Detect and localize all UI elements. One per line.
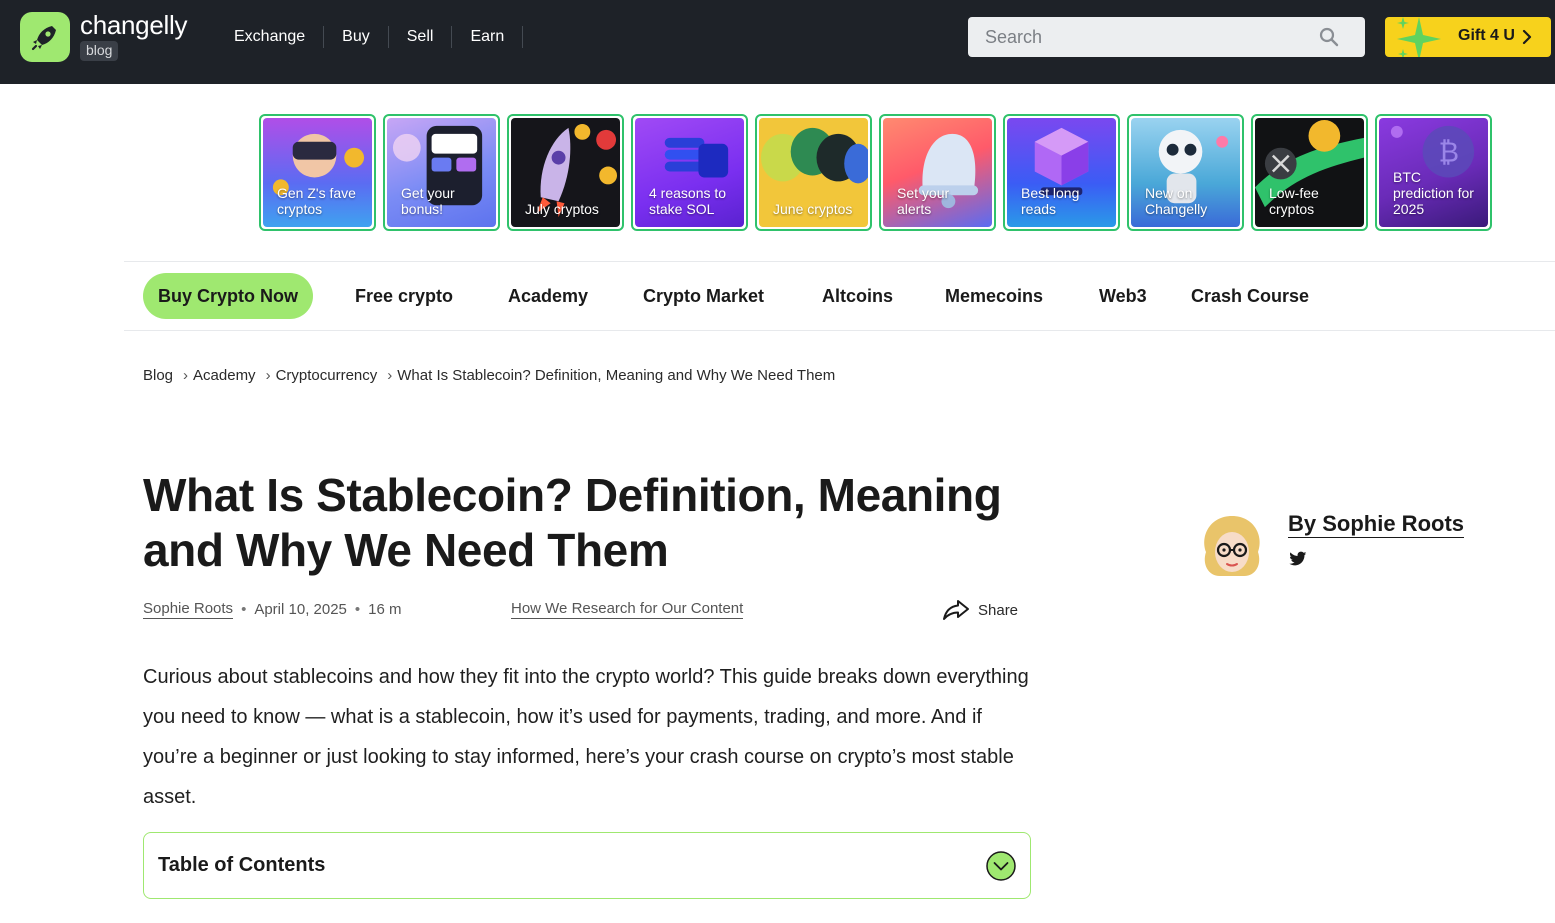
story-card[interactable]: New on Changelly	[1127, 114, 1244, 231]
story-card[interactable]: Best long reads	[1003, 114, 1120, 231]
top-bar: changelly blog Exchange Buy Sell Earn Gi…	[0, 0, 1555, 84]
nav-earn[interactable]: Earn	[452, 26, 524, 48]
article-meta: Sophie Roots • April 10, 2025 • 16 m	[143, 600, 402, 619]
author-link[interactable]: Sophie Roots	[143, 600, 234, 619]
breadcrumb-current: What Is Stablecoin? Definition, Meaning …	[397, 367, 836, 384]
author-card-name[interactable]: By Sophie Roots	[1288, 511, 1465, 538]
story-caption: Get your bonus!	[401, 185, 455, 217]
story-caption: June cryptos	[773, 201, 853, 217]
breadcrumb: Blog › Academy › Cryptocurrency › What I…	[143, 367, 835, 384]
nav-buy[interactable]: Buy	[324, 26, 389, 48]
category-web3[interactable]: Web3	[1099, 273, 1147, 319]
category-memecoins[interactable]: Memecoins	[945, 273, 1043, 319]
breadcrumb-academy[interactable]: Academy	[193, 367, 256, 384]
story-thumbnail: Best long reads	[1007, 118, 1116, 227]
story-caption: Best long reads	[1021, 185, 1080, 217]
read-time: 16 m	[368, 601, 402, 618]
breadcrumb-separator: ›	[387, 367, 393, 384]
story-card[interactable]: Gen Z's fave cryptos	[259, 114, 376, 231]
story-caption: New on Changelly	[1145, 185, 1208, 217]
story-card[interactable]: Set your alerts	[879, 114, 996, 231]
breadcrumb-separator: ›	[183, 367, 189, 384]
table-of-contents[interactable]: Table of Contents	[143, 832, 1031, 899]
share-arrow-icon	[943, 600, 969, 620]
meta-separator: •	[354, 601, 361, 618]
search-input[interactable]	[968, 17, 1308, 57]
toc-title: Table of Contents	[158, 854, 326, 876]
story-thumbnail: ₿ BTC prediction for 2025	[1379, 118, 1488, 227]
author-avatar[interactable]	[1198, 512, 1266, 580]
story-caption: Low-fee cryptos	[1269, 185, 1319, 217]
story-caption: Set your alerts	[897, 185, 950, 217]
twitter-icon[interactable]	[1289, 551, 1307, 567]
sparkle-icon	[1397, 17, 1441, 57]
gift-button[interactable]: Gift 4 U	[1385, 17, 1551, 57]
story-caption: BTC prediction for 2025	[1393, 169, 1474, 217]
story-thumbnail: New on Changelly	[1131, 118, 1240, 227]
buy-crypto-now-button[interactable]: Buy Crypto Now	[143, 273, 314, 319]
search-icon[interactable]	[1319, 27, 1339, 47]
nav-exchange[interactable]: Exchange	[216, 26, 325, 48]
search-box	[968, 17, 1365, 57]
meta-separator: •	[241, 601, 247, 618]
brand-name[interactable]: changelly	[80, 10, 187, 41]
top-nav: Exchange Buy Sell Earn	[216, 26, 524, 48]
chevron-down-icon[interactable]	[986, 851, 1016, 881]
story-thumbnail: July cryptos	[511, 118, 620, 227]
story-thumbnail: 4 reasons to stake SOL	[635, 118, 744, 227]
story-card[interactable]: Get your bonus!	[383, 114, 500, 231]
gift-label: Gift 4 U	[1458, 27, 1515, 44]
category-bar: Buy Crypto Now Free crypto Academy Crypt…	[124, 261, 1555, 331]
breadcrumb-blog[interactable]: Blog	[143, 367, 173, 384]
story-thumbnail: Get your bonus!	[387, 118, 496, 227]
category-altcoins[interactable]: Altcoins	[822, 273, 893, 319]
article-title: What Is Stablecoin? Definition, Meaning …	[143, 469, 1002, 576]
stories-strip: Gen Z's fave cryptos Get your bonus! Jul…	[259, 114, 1499, 231]
category-crypto-market[interactable]: Crypto Market	[643, 273, 764, 319]
research-methodology-link[interactable]: How We Research for Our Content	[511, 600, 744, 619]
article-intro: Curious about stablecoins and how they f…	[143, 666, 1029, 808]
category-free-crypto[interactable]: Free crypto	[355, 273, 453, 319]
category-crash-course[interactable]: Crash Course	[1191, 273, 1309, 319]
story-card[interactable]: 4 reasons to stake SOL	[631, 114, 748, 231]
story-thumbnail: Gen Z's fave cryptos	[263, 118, 372, 227]
share-label: Share	[978, 601, 1019, 619]
chevron-right-icon	[1522, 29, 1532, 45]
category-academy[interactable]: Academy	[508, 273, 588, 319]
story-caption: Gen Z's fave cryptos	[277, 185, 356, 217]
story-card[interactable]: Low-fee cryptos	[1251, 114, 1368, 231]
brand-sub-badge: blog	[80, 41, 119, 61]
story-caption: 4 reasons to stake SOL	[649, 185, 727, 217]
publish-date: April 10, 2025	[254, 601, 347, 618]
breadcrumb-separator: ›	[265, 367, 271, 384]
breadcrumb-cryptocurrency[interactable]: Cryptocurrency	[276, 367, 378, 384]
story-thumbnail: June cryptos	[759, 118, 868, 227]
nav-sell[interactable]: Sell	[389, 26, 453, 48]
story-caption: July cryptos	[525, 201, 599, 217]
story-card[interactable]: June cryptos	[755, 114, 872, 231]
changelly-logo-icon[interactable]	[20, 12, 70, 62]
story-thumbnail: Set your alerts	[883, 118, 992, 227]
story-thumbnail: Low-fee cryptos	[1255, 118, 1364, 227]
svg-text:₿: ₿	[1438, 136, 1459, 169]
story-card[interactable]: July cryptos	[507, 114, 624, 231]
share-button[interactable]: Share	[942, 598, 1018, 622]
story-card[interactable]: ₿ BTC prediction for 2025	[1375, 114, 1492, 231]
